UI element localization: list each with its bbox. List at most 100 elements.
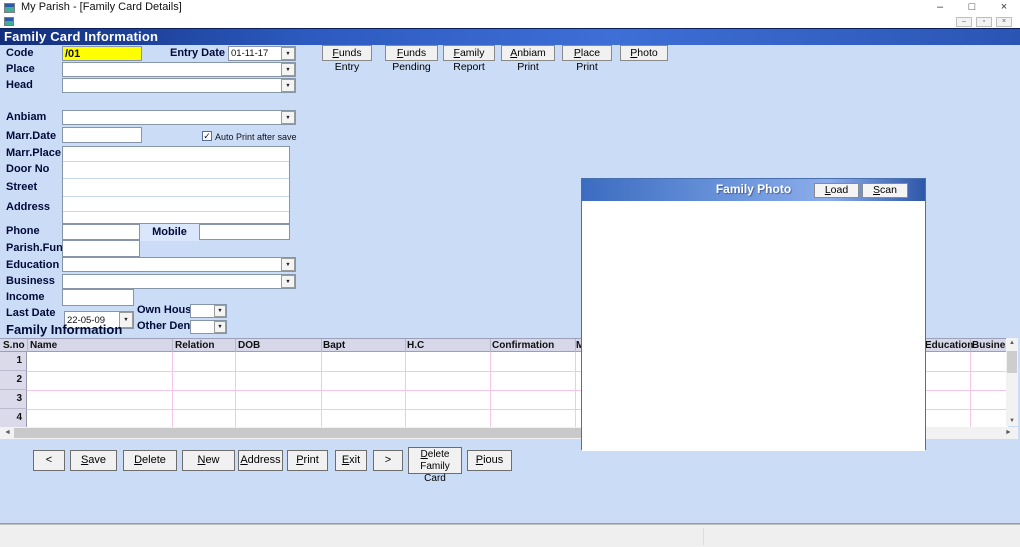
chevron-down-icon[interactable]: ▼ bbox=[281, 47, 295, 60]
phone-input[interactable] bbox=[62, 224, 140, 240]
grid-row-number[interactable]: 1 bbox=[0, 352, 27, 371]
family-photo-canvas bbox=[582, 201, 925, 451]
vertical-scrollbar[interactable]: ▲ ▼ bbox=[1006, 338, 1018, 426]
grid-row-number[interactable]: 2 bbox=[0, 371, 27, 390]
status-bar bbox=[0, 524, 1020, 547]
other-den-label: Other Den. bbox=[137, 320, 193, 332]
next-record-button[interactable]: > bbox=[373, 450, 403, 471]
mdi-minimize-icon[interactable]: – bbox=[956, 17, 972, 27]
mobile-input[interactable] bbox=[199, 224, 290, 240]
code-label: Code bbox=[6, 47, 34, 59]
grid-col-education[interactable]: Education bbox=[925, 340, 973, 351]
business-label: Business bbox=[6, 275, 55, 287]
mdi-restore-icon[interactable]: ▫ bbox=[976, 17, 992, 27]
print-button[interactable]: Print bbox=[287, 450, 328, 471]
address-block-input[interactable] bbox=[62, 146, 290, 224]
title-bar: My Parish - [Family Card Details] – □ × bbox=[0, 0, 1020, 16]
divider bbox=[63, 161, 289, 162]
scroll-right-icon[interactable]: ► bbox=[1002, 427, 1015, 439]
mdi-child-icon bbox=[4, 17, 14, 26]
own-house-combo[interactable]: ▼ bbox=[190, 304, 227, 318]
income-input[interactable] bbox=[62, 289, 134, 306]
scroll-up-icon[interactable]: ▲ bbox=[1006, 340, 1018, 346]
anbiam-label: Anbiam bbox=[6, 111, 46, 123]
chevron-down-icon[interactable]: ▼ bbox=[281, 63, 295, 76]
income-label: Income bbox=[6, 291, 45, 303]
auto-print-label: Auto Print after save bbox=[215, 132, 297, 142]
delete-button[interactable]: Delete bbox=[123, 450, 177, 471]
scroll-left-icon[interactable]: ◄ bbox=[1, 427, 14, 439]
parish-fund-input[interactable] bbox=[62, 240, 140, 257]
grid-col-confirmation[interactable]: Confirmation bbox=[492, 340, 554, 351]
door-no-label: Door No bbox=[6, 163, 49, 175]
divider bbox=[703, 528, 704, 545]
auto-print-checkbox[interactable]: ✓ bbox=[202, 131, 212, 141]
mdi-close-icon[interactable]: × bbox=[996, 17, 1012, 27]
close-icon[interactable]: × bbox=[989, 0, 1019, 16]
business-combo[interactable]: ▼ bbox=[62, 274, 296, 289]
chevron-down-icon[interactable]: ▼ bbox=[281, 258, 295, 271]
address-button[interactable]: Address bbox=[238, 450, 283, 471]
head-combo[interactable]: ▼ bbox=[62, 78, 296, 93]
scan-button[interactable]: Scan bbox=[862, 183, 908, 198]
divider bbox=[63, 211, 289, 212]
app-icon bbox=[4, 3, 15, 13]
grid-col-bapt[interactable]: Bapt bbox=[323, 340, 345, 351]
marr-date-input[interactable] bbox=[62, 127, 142, 143]
education-combo[interactable]: ▼ bbox=[62, 257, 296, 272]
grid-col-dob[interactable]: DOB bbox=[238, 340, 260, 351]
scroll-down-icon[interactable]: ▼ bbox=[1006, 418, 1018, 424]
place-label: Place bbox=[6, 63, 35, 75]
funds-pending-button[interactable]: Funds Pending bbox=[385, 45, 438, 61]
last-date-label: Last Date bbox=[6, 307, 56, 319]
funds-entry-button[interactable]: Funds Entry bbox=[322, 45, 372, 61]
place-combo[interactable]: ▼ bbox=[62, 62, 296, 77]
grid-row-number[interactable]: 3 bbox=[0, 390, 27, 409]
code-input[interactable] bbox=[62, 46, 142, 61]
window-title: My Parish - [Family Card Details] bbox=[21, 1, 182, 13]
divider bbox=[63, 196, 289, 197]
address-label: Address bbox=[6, 201, 50, 213]
chevron-down-icon[interactable]: ▼ bbox=[214, 321, 226, 333]
place-print-button[interactable]: Place Print bbox=[562, 45, 612, 61]
grid-col-hc[interactable]: H.C bbox=[407, 340, 424, 351]
grid-col-sno[interactable]: S.no bbox=[3, 340, 25, 351]
head-label: Head bbox=[6, 79, 33, 91]
street-label: Street bbox=[6, 181, 37, 193]
family-photo-header: Family Photo Load Scan bbox=[582, 179, 925, 201]
prev-record-button[interactable]: < bbox=[33, 450, 65, 471]
new-button[interactable]: New bbox=[182, 450, 235, 471]
other-den-combo[interactable]: ▼ bbox=[190, 320, 227, 334]
entry-date-label: Entry Date bbox=[170, 47, 225, 59]
photo-button[interactable]: Photo bbox=[620, 45, 668, 61]
chevron-down-icon[interactable]: ▼ bbox=[281, 111, 295, 124]
mobile-label: Mobile bbox=[140, 224, 199, 241]
exit-button[interactable]: Exit bbox=[335, 450, 367, 471]
delete-family-card-button[interactable]: Delete Family Card bbox=[408, 447, 462, 474]
chevron-down-icon[interactable]: ▼ bbox=[281, 79, 295, 92]
chevron-down-icon[interactable]: ▼ bbox=[281, 275, 295, 288]
family-photo-panel: Family Photo Load Scan bbox=[581, 178, 926, 450]
entry-date-value: 01-11-17 bbox=[231, 48, 268, 59]
parish-fund-label: Parish.Fund bbox=[6, 242, 70, 254]
grid-row-number[interactable]: 4 bbox=[0, 409, 27, 428]
anbiam-combo[interactable]: ▼ bbox=[62, 110, 296, 125]
save-button[interactable]: Save bbox=[70, 450, 117, 471]
grid-col-relation[interactable]: Relation bbox=[175, 340, 214, 351]
entry-date-combo[interactable]: 01-11-17 ▼ bbox=[228, 46, 296, 61]
education-label: Education bbox=[6, 259, 59, 271]
mobile-label-block: Mobile bbox=[140, 224, 199, 241]
pious-button[interactable]: Pious bbox=[467, 450, 512, 471]
maximize-icon[interactable]: □ bbox=[957, 0, 987, 16]
phone-label: Phone bbox=[6, 225, 40, 237]
chevron-down-icon[interactable]: ▼ bbox=[214, 305, 226, 317]
marr-place-label: Marr.Place bbox=[6, 147, 61, 159]
app-window: My Parish - [Family Card Details] – □ × … bbox=[0, 0, 1020, 547]
family-report-button[interactable]: Family Report bbox=[443, 45, 495, 61]
anbiam-print-button[interactable]: Anbiam Print bbox=[501, 45, 555, 61]
page-title: Family Card Information bbox=[0, 28, 1020, 45]
minimize-icon[interactable]: – bbox=[925, 0, 955, 16]
grid-col-name[interactable]: Name bbox=[30, 340, 57, 351]
vertical-scroll-thumb[interactable] bbox=[1007, 351, 1017, 373]
load-button[interactable]: Load bbox=[814, 183, 859, 198]
